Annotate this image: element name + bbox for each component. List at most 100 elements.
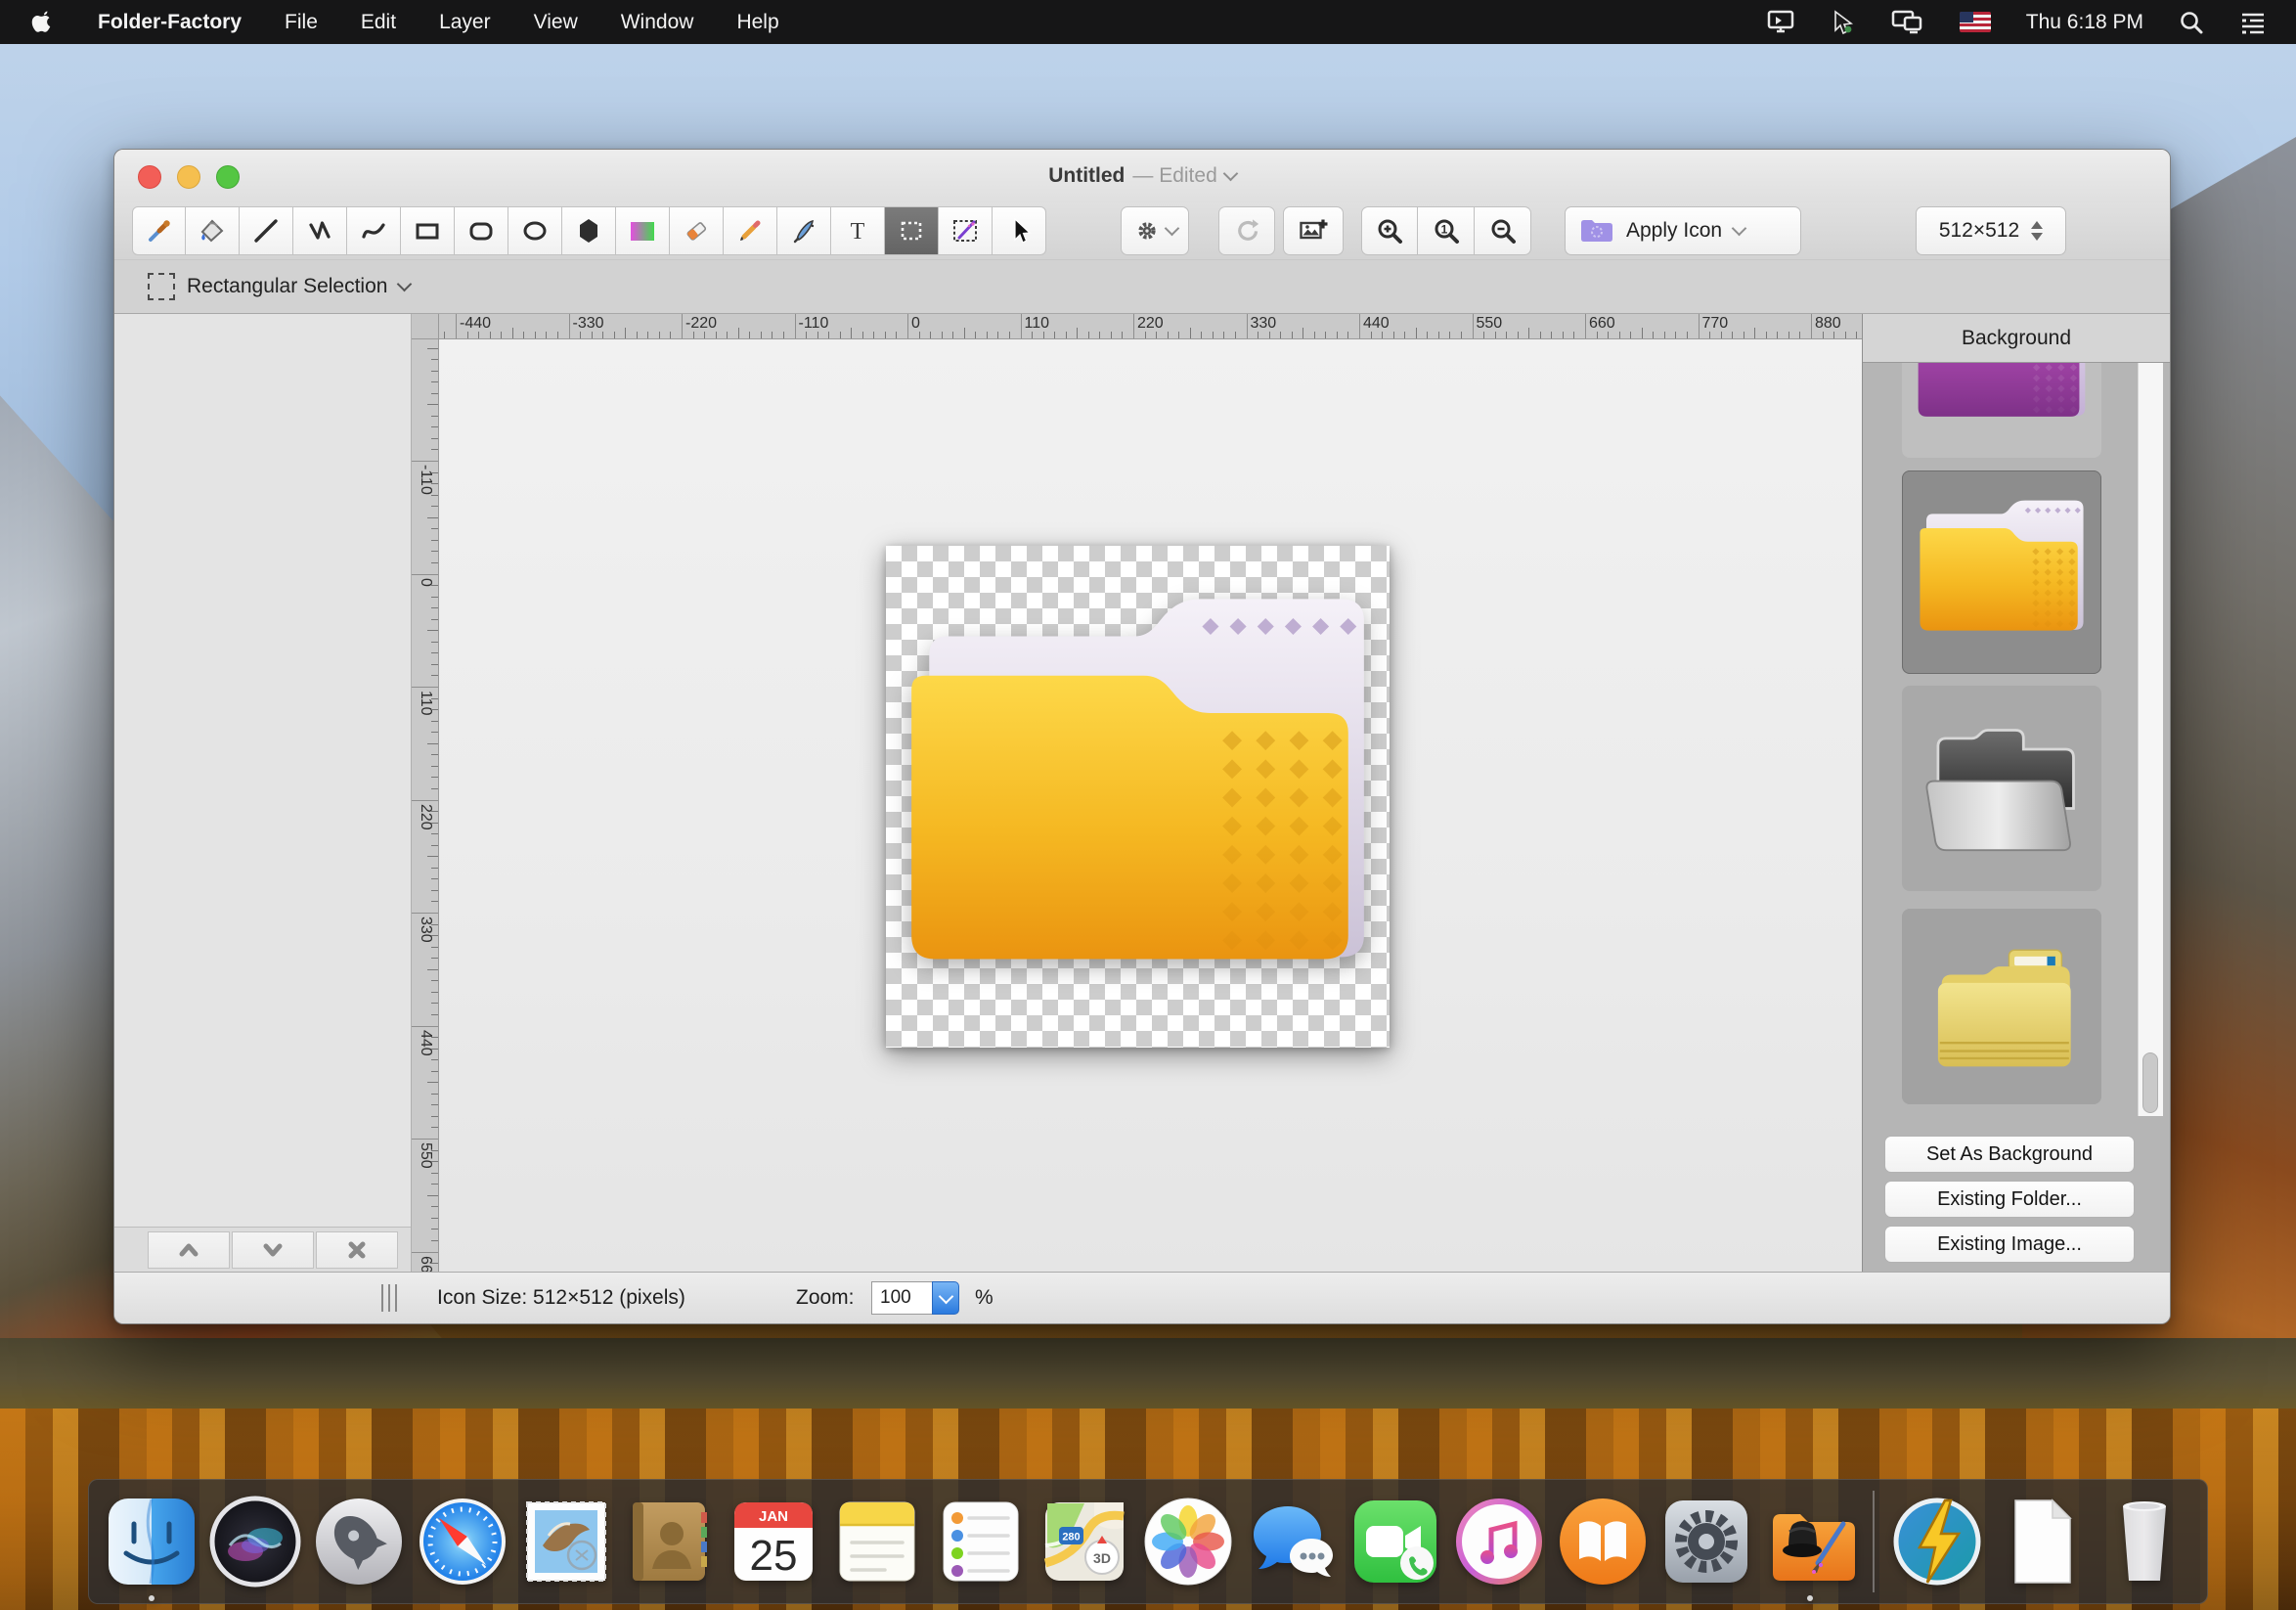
- notification-center-icon[interactable]: [2239, 11, 2267, 34]
- svg-text:280: 280: [1062, 1532, 1080, 1543]
- icon-size-value: 512×512: [1939, 219, 2019, 243]
- panel-scrollbar[interactable]: [2138, 363, 2163, 1116]
- ruler-corner: [412, 314, 439, 339]
- delete-button[interactable]: [316, 1231, 398, 1269]
- dock-separator: [1873, 1491, 1875, 1592]
- window-title-suffix: — Edited: [1132, 164, 1216, 188]
- menu-help[interactable]: Help: [736, 11, 778, 34]
- panel-resize-grip[interactable]: [381, 1284, 397, 1312]
- zoom-actual-size-button[interactable]: 1: [1418, 206, 1475, 255]
- minimize-button[interactable]: [177, 165, 200, 189]
- icon-size-stepper[interactable]: 512×512: [1916, 206, 2066, 255]
- gear-menu-button[interactable]: [1121, 206, 1189, 255]
- eyedropper-tool[interactable]: [132, 206, 186, 255]
- dock-ibooks-icon[interactable]: [1556, 1495, 1650, 1588]
- polygon-tool[interactable]: [562, 206, 616, 255]
- selection-mode-label[interactable]: Rectangular Selection: [187, 275, 387, 298]
- dock-trash-icon[interactable]: [2097, 1495, 2191, 1588]
- ellipse-tool[interactable]: [508, 206, 562, 255]
- magic-selection-tool[interactable]: [939, 206, 993, 255]
- fill-tool[interactable]: [186, 206, 240, 255]
- text-tool[interactable]: T: [831, 206, 885, 255]
- dock-finder-icon[interactable]: [105, 1495, 199, 1588]
- dock-maps-icon[interactable]: 2803D: [1038, 1495, 1131, 1588]
- zoom-combobox[interactable]: 100: [871, 1281, 959, 1315]
- running-indicator: [1807, 1595, 1813, 1601]
- dock-contacts-icon[interactable]: [623, 1495, 717, 1588]
- chevron-up-icon: [174, 1235, 203, 1265]
- polyline-tool[interactable]: [293, 206, 347, 255]
- zoom-window-button[interactable]: [216, 165, 240, 189]
- rect-selection-tool[interactable]: [885, 206, 939, 255]
- canvas[interactable]: [439, 339, 1862, 1273]
- redo-button[interactable]: [1218, 206, 1275, 255]
- thumbnail-yellow-white-tab-folder[interactable]: [1902, 470, 2101, 674]
- dock-folder-factory-icon[interactable]: [1763, 1495, 1857, 1588]
- wallpaper-shoreline: [0, 1338, 2296, 1412]
- curve-tool[interactable]: [347, 206, 401, 255]
- folder-icon-artwork[interactable]: [886, 546, 1390, 1048]
- set-as-background-button[interactable]: Set As Background: [1884, 1136, 2135, 1173]
- menu-file[interactable]: File: [285, 11, 318, 34]
- cursor-tool[interactable]: [993, 206, 1046, 255]
- pointer-icon[interactable]: [1831, 10, 1856, 35]
- chevron-down-icon: [1732, 221, 1747, 237]
- menubar-app-name[interactable]: Folder-Factory: [98, 11, 242, 34]
- eraser-tool[interactable]: [670, 206, 724, 255]
- import-image-button[interactable]: [1283, 206, 1344, 255]
- move-up-button[interactable]: [148, 1231, 230, 1269]
- dock-itunes-icon[interactable]: [1452, 1495, 1546, 1588]
- rectangle-tool[interactable]: [401, 206, 455, 255]
- chevron-down-icon[interactable]: [397, 277, 413, 292]
- dock-lightning-app-icon[interactable]: [1890, 1495, 1984, 1588]
- redo-icon: [1233, 217, 1260, 245]
- pencil-tool[interactable]: [724, 206, 777, 255]
- menu-view[interactable]: View: [534, 11, 578, 34]
- menubar-clock[interactable]: Thu 6:18 PM: [2026, 11, 2143, 34]
- dock-notes-icon[interactable]: [830, 1495, 924, 1588]
- running-indicator: [149, 1595, 155, 1601]
- dock-calendar-icon[interactable]: JAN25: [727, 1495, 820, 1588]
- apply-icon-label: Apply Icon: [1626, 219, 1722, 243]
- dock-photos-icon[interactable]: [1141, 1495, 1235, 1588]
- dock-mail-icon[interactable]: [519, 1495, 613, 1588]
- move-down-button[interactable]: [232, 1231, 314, 1269]
- spotlight-icon[interactable]: [2179, 10, 2204, 35]
- titlebar[interactable]: Untitled — Edited: [114, 150, 2170, 202]
- dock-facetime-icon[interactable]: [1348, 1495, 1442, 1588]
- thumbnail-purple-folder[interactable]: [1902, 363, 2101, 458]
- menu-edit[interactable]: Edit: [361, 11, 396, 34]
- zoom-value-field[interactable]: 100: [871, 1281, 932, 1315]
- line-tool[interactable]: [240, 206, 293, 255]
- stepper-arrows-icon[interactable]: [2031, 221, 2043, 241]
- displays-icon[interactable]: [1891, 10, 1924, 35]
- zoom-in-button[interactable]: [1361, 206, 1418, 255]
- existing-image-button[interactable]: Existing Image...: [1884, 1226, 2135, 1263]
- gradient-tool[interactable]: [616, 206, 670, 255]
- selection-options-bar: Rectangular Selection: [114, 259, 2170, 314]
- zoom-out-button[interactable]: [1475, 206, 1531, 255]
- rounded-rect-tool[interactable]: [455, 206, 508, 255]
- dock-document-icon[interactable]: [1994, 1495, 2088, 1588]
- zoom-dropdown-button[interactable]: [932, 1281, 959, 1315]
- apple-menu-icon[interactable]: [31, 9, 55, 36]
- title-chevron-icon[interactable]: [1222, 166, 1238, 182]
- dock-system-preferences-icon[interactable]: [1659, 1495, 1753, 1588]
- dock-messages-icon[interactable]: [1245, 1495, 1339, 1588]
- us-flag-icon[interactable]: [1960, 12, 1991, 32]
- menu-layer[interactable]: Layer: [439, 11, 491, 34]
- existing-folder-button[interactable]: Existing Folder...: [1884, 1181, 2135, 1218]
- thumbnail-classic-yellow-folder[interactable]: [1902, 909, 2101, 1104]
- dock-safari-icon[interactable]: [416, 1495, 509, 1588]
- dock-reminders-icon[interactable]: [934, 1495, 1028, 1588]
- dock-launchpad-icon[interactable]: [312, 1495, 406, 1588]
- scrollbar-thumb[interactable]: [2142, 1052, 2158, 1113]
- airbrush-tool[interactable]: [777, 206, 831, 255]
- menu-window[interactable]: Window: [621, 11, 694, 34]
- dock-siri-icon[interactable]: [208, 1495, 302, 1588]
- apply-icon-button[interactable]: Apply Icon: [1565, 206, 1801, 255]
- display-icon[interactable]: [1766, 10, 1795, 35]
- background-thumbnail-list: Set As Background Existing Folder... Exist…: [1863, 363, 2170, 1273]
- thumbnail-gray-metallic-folder[interactable]: [1902, 686, 2101, 891]
- close-button[interactable]: [138, 165, 161, 189]
